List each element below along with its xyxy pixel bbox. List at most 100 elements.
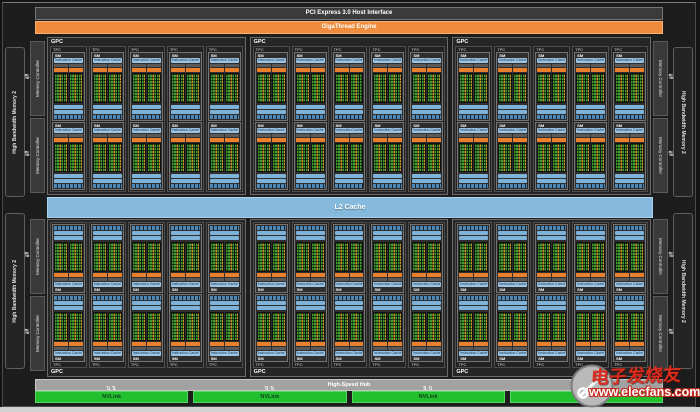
sm-block: Instruction CacheSM [574, 224, 607, 293]
texture-units-bar [335, 184, 364, 188]
instruction-buffer-bar [373, 347, 387, 350]
instruction-buffer-bar [272, 64, 286, 67]
sm-block: SMInstruction Cache [208, 122, 241, 191]
register-file-bar [93, 306, 122, 310]
sm-processing-block [427, 134, 441, 173]
instruction-buffer-bar [54, 278, 68, 281]
sm-label: SM [256, 287, 287, 292]
sm-block: Instruction CacheSM [535, 294, 568, 363]
sm-processing-blocks [615, 312, 644, 351]
shared-memory-bar [257, 179, 286, 183]
instruction-cache-bar: Instruction Cache [210, 58, 239, 63]
register-file-bar [171, 236, 200, 240]
instruction-buffer-bar [272, 347, 286, 350]
register-file-bar [171, 306, 200, 310]
instruction-buffer-bar [498, 134, 512, 137]
sm-processing-blocks [210, 312, 239, 351]
instruction-buffer-bar [296, 278, 310, 281]
shared-memory-bar [412, 301, 441, 305]
sm-label: SM [131, 356, 162, 361]
core-grid [498, 143, 512, 173]
core-grid [474, 73, 488, 103]
sm-processing-block [537, 312, 551, 351]
sm-processing-block [69, 134, 83, 173]
sm-processing-blocks [171, 312, 200, 351]
texture-units-bar [576, 296, 605, 300]
nvlink-bar: NVLink [193, 391, 346, 403]
instruction-buffer-bar [373, 64, 387, 67]
shared-memory-bar [615, 110, 644, 114]
sm-processing-block [474, 134, 488, 173]
sm-block: Instruction CacheSM [52, 224, 85, 293]
warp-scheduler-bar [69, 342, 83, 346]
sm-processing-block [69, 64, 83, 103]
instruction-buffer-bar [412, 134, 426, 137]
instruction-cache-bar: Instruction Cache [537, 128, 566, 133]
shared-memory-bar [537, 231, 566, 235]
core-grid [257, 143, 271, 173]
gpu-die: PCI Express 3.0 Host Interface GigaThrea… [2, 2, 696, 407]
core-grid [513, 312, 527, 342]
register-file-bar [576, 174, 605, 178]
sm-label: SM [295, 123, 326, 128]
warp-scheduler-bar [576, 68, 590, 72]
sm-processing-blocks [93, 242, 122, 281]
instruction-cache-bar: Instruction Cache [171, 128, 200, 133]
warp-scheduler-bar [69, 68, 83, 72]
instruction-buffer-bar [498, 347, 512, 350]
warp-scheduler-bar [225, 138, 239, 142]
texture-units-bar [132, 184, 161, 188]
texture-units-bar [257, 115, 286, 119]
tpc-label: TPC [495, 362, 530, 367]
core-grid [272, 312, 286, 342]
sm-block: Instruction CacheSM [255, 224, 288, 293]
texture-units-bar [54, 226, 83, 230]
core-grid [335, 143, 349, 173]
core-grid [537, 312, 551, 342]
warp-scheduler-bar [630, 273, 644, 277]
core-grid [108, 312, 122, 342]
warp-scheduler-bar [108, 273, 122, 277]
core-grid [552, 312, 566, 342]
register-file-bar [537, 174, 566, 178]
core-grid [388, 242, 402, 272]
memory-arrow: ⇅ [667, 251, 675, 259]
warp-scheduler-bar [474, 273, 488, 277]
sm-processing-block [132, 134, 146, 173]
texture-units-bar [257, 226, 286, 230]
warp-scheduler-bar [591, 273, 605, 277]
sm-processing-block [615, 64, 629, 103]
shared-memory-bar [537, 301, 566, 305]
core-grid [474, 242, 488, 272]
shared-memory-bar [210, 179, 239, 183]
shared-memory-bar [537, 179, 566, 183]
core-grid [171, 143, 185, 173]
core-grid [412, 312, 426, 342]
sm-processing-block [576, 134, 590, 173]
texture-units-bar [373, 296, 402, 300]
gpc-label: GPC [251, 38, 448, 46]
register-file-bar [459, 236, 488, 240]
sm-processing-block [552, 64, 566, 103]
register-file-bar [576, 105, 605, 109]
core-grid [350, 242, 364, 272]
texture-units-bar [576, 184, 605, 188]
sm-processing-block [147, 312, 161, 351]
register-file-bar [93, 174, 122, 178]
texture-units-bar [210, 184, 239, 188]
sm-label: SM [256, 356, 287, 361]
warp-scheduler-bar [311, 138, 325, 142]
sm-processing-blocks [257, 64, 286, 103]
core-grid [373, 242, 387, 272]
core-grid [427, 73, 441, 103]
warp-scheduler-bar [69, 273, 83, 277]
hub-nvlink-arrows: ⇅⇅ [352, 386, 505, 392]
core-grid [132, 73, 146, 103]
sm-processing-blocks [171, 64, 200, 103]
sm-processing-block [474, 242, 488, 281]
instruction-buffer-bar [69, 278, 83, 281]
sm-processing-block [257, 242, 271, 281]
hbm-block: High Bandwidth Memory 2 [673, 213, 693, 369]
register-file-bar [537, 306, 566, 310]
instruction-buffer-bar [171, 347, 185, 350]
